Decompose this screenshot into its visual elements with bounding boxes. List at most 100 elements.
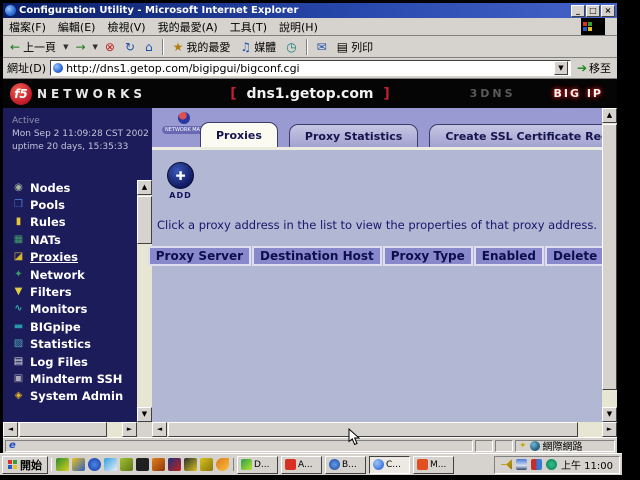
back-button[interactable]: ← 上一頁 [7,38,59,56]
quicklaunch-icon-6[interactable] [136,458,149,471]
quicklaunch-icon-10[interactable] [200,458,213,471]
zone-icon: ✦ [519,441,527,451]
start-button[interactable]: 開始 [2,456,48,474]
forward-button[interactable]: → [72,40,88,54]
add-proxy-button[interactable]: ✚ [167,162,194,189]
mail-icon: ✉ [317,41,327,53]
mouse-cursor [348,428,360,446]
favorites-button[interactable]: ★ 我的最愛 [170,38,234,56]
scroll-up-icon[interactable]: ▲ [602,108,617,123]
scroll-down-icon[interactable]: ▼ [602,407,617,422]
tray-app-icon[interactable] [531,459,542,470]
scroll-up-icon[interactable]: ▲ [137,180,152,195]
stop-button[interactable]: ⊗ [102,40,118,54]
address-bar: 網址(D) ▼ ➔ 移至 [3,58,617,79]
home-button[interactable]: ⌂ [142,40,156,54]
sidebar-item-network[interactable]: ✦ Network [3,266,137,283]
sidebar-item-nodes[interactable]: ◉ Nodes [3,179,137,196]
taskbar-window-button-4[interactable]: C... [369,456,410,474]
scroll-left-icon[interactable]: ◄ [152,422,167,437]
sidebar-item-monitors[interactable]: ∿ Monitors [3,301,137,318]
forward-icon: → [75,41,85,53]
menu-tools[interactable]: 工具(T) [230,19,267,35]
display-icon[interactable] [516,459,527,470]
scroll-right-icon[interactable]: ► [122,422,137,437]
sidebar-horizontal-scrollbar[interactable]: ◄ ► [3,422,137,437]
column-destination-host: Destination Host [252,246,382,266]
media-button[interactable]: ♫ 媒體 [237,38,279,56]
ie-icon [5,5,16,16]
history-button[interactable]: ◷ [283,40,299,54]
scroll-right-icon[interactable]: ► [602,422,617,437]
taskbar-window-button-2[interactable]: A... [281,456,322,474]
menu-view[interactable]: 檢視(V) [107,19,145,35]
back-icon: ← [10,41,20,53]
quicklaunch-icon-4[interactable] [104,458,117,471]
sidebar-item-filters[interactable]: ▼ Filters [3,283,137,300]
sidebar-item-log-files[interactable]: ▤ Log Files [3,353,137,370]
sidebar-item-pools[interactable]: ❒ Pools [3,196,137,213]
address-input[interactable] [66,61,551,75]
quicklaunch-icon-1[interactable] [56,458,69,471]
maximize-button[interactable]: □ [586,5,600,17]
print-button[interactable]: ▤ 列印 [334,38,376,56]
proxies-icon: ◪ [12,252,25,262]
scrollbar-thumb[interactable] [168,422,578,437]
sidebar-item-proxies[interactable]: ◪ Proxies [3,249,137,266]
mail-button[interactable]: ✉ [314,40,330,54]
sidebar-item-bigpipe[interactable]: ▬ BIGpipe [3,318,137,335]
taskbar-window-button-1[interactable]: D... [237,456,278,474]
scrollbar-thumb[interactable] [19,422,107,437]
taskbar-window-button-3[interactable]: B... [325,456,366,474]
scrollbar-thumb[interactable] [602,124,617,390]
menu-file[interactable]: 檔案(F) [9,19,46,35]
tab-create-ssl-certificate-request[interactable]: Create SSL Certificate Request [429,124,617,147]
sidebar-item-rules[interactable]: ▮ Rules [3,214,137,231]
minimize-button[interactable]: _ [571,5,585,17]
menu-favorites[interactable]: 我的最愛(A) [158,19,218,35]
tray-network-icon[interactable] [546,459,557,470]
main-vertical-scrollbar[interactable]: ▲ ▼ [602,108,617,422]
quicklaunch-icon-3[interactable] [88,458,101,471]
tab-proxies[interactable]: Proxies [200,122,278,147]
scroll-left-icon[interactable]: ◄ [3,422,18,437]
tab-proxy-statistics[interactable]: Proxy Statistics [289,124,418,147]
app-icon [417,459,428,470]
quicklaunch-icon-2[interactable] [72,458,85,471]
go-icon: ➔ [577,61,587,75]
app-icon [285,459,296,470]
browser-toolbar: ← 上一頁 ▼ → ▼ ⊗ ↻ ⌂ ★ 我的最愛 ♫ 媒體 ◷ ✉ [3,36,617,58]
quicklaunch-icon-8[interactable] [168,458,181,471]
menu-help[interactable]: 說明(H) [279,19,318,35]
main-horizontal-scrollbar[interactable]: ◄ ► [152,422,617,437]
history-icon: ◷ [286,41,296,53]
quicklaunch-icon-7[interactable] [152,458,165,471]
refresh-button[interactable]: ↻ [122,40,138,54]
close-button[interactable]: × [601,5,615,17]
address-dropdown-icon[interactable]: ▼ [554,61,568,75]
quicklaunch-icon-9[interactable] [184,458,197,471]
mindterm-ssh-icon: ▣ [12,374,25,384]
sidebar-vertical-scrollbar[interactable]: ▲ ▼ [137,180,152,422]
scrollbar-thumb[interactable] [137,196,152,244]
instruction-text: Click a proxy address in the list to vie… [152,218,602,232]
taskbar-clock[interactable]: 上午 11:00 [561,457,613,472]
ie-document-icon: e [9,440,16,451]
volume-icon[interactable] [501,459,512,470]
back-dropdown[interactable]: ▼ [63,43,68,51]
toolbar-separator [306,39,308,55]
menu-edit[interactable]: 編輯(E) [58,19,96,35]
taskbar-window-button-5[interactable]: M... [413,456,454,474]
scroll-down-icon[interactable]: ▼ [137,407,152,422]
column-proxy-type: Proxy Type [383,246,473,266]
forward-dropdown[interactable]: ▼ [93,43,98,51]
sidebar-item-statistics[interactable]: ▨ Statistics [3,336,137,353]
sidebar-item-mindterm-ssh[interactable]: ▣ Mindterm SSH [3,370,137,387]
quicklaunch-icon-5[interactable] [120,458,133,471]
quicklaunch-icon-11[interactable] [216,458,229,471]
sidebar-item-system-admin[interactable]: ◈ System Admin [3,388,137,405]
system-datetime: Mon Sep 2 11:09:28 CST 2002 [12,128,152,141]
go-button[interactable]: ➔ 移至 [575,60,613,76]
sidebar-item-nats[interactable]: ▦ NATs [3,231,137,248]
status-bar: e ✦ 網際網路 [3,437,617,453]
